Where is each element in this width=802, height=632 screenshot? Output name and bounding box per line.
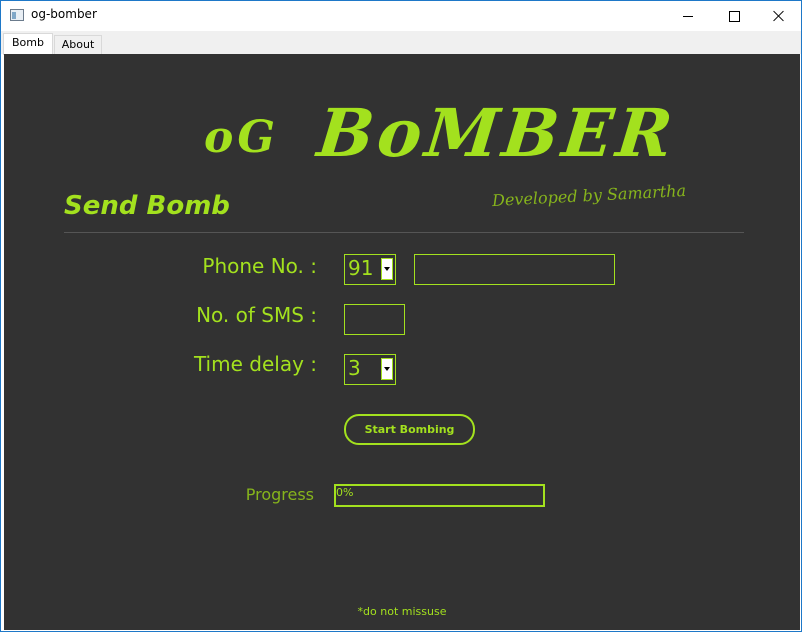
maximize-icon bbox=[728, 10, 740, 22]
app-window: og-bomber Bomb About oG BoMBER Developed… bbox=[0, 0, 802, 632]
tab-bar: Bomb About bbox=[1, 31, 801, 55]
minimize-icon bbox=[683, 15, 693, 17]
time-delay-value: 3 bbox=[348, 356, 361, 380]
close-button[interactable] bbox=[756, 1, 802, 31]
time-delay-label: Time delay : bbox=[193, 352, 317, 376]
window-title: og-bomber bbox=[31, 7, 97, 21]
progress-label: Progress bbox=[245, 485, 314, 504]
progress-bar: 0% bbox=[334, 484, 545, 507]
time-delay-select[interactable]: 3 bbox=[344, 354, 396, 385]
country-code-value: 91 bbox=[348, 256, 374, 280]
progress-text: 0% bbox=[336, 486, 354, 499]
heading-divider bbox=[64, 232, 744, 233]
sms-count-input[interactable] bbox=[344, 304, 405, 335]
minimize-button[interactable] bbox=[665, 1, 711, 31]
start-bombing-button[interactable]: Start Bombing bbox=[344, 414, 475, 445]
phone-label: Phone No. : bbox=[202, 254, 317, 278]
bomb-panel: oG BoMBER Developed by Samartha Send Bom… bbox=[4, 54, 800, 630]
tab-about[interactable]: About bbox=[54, 35, 102, 54]
tab-bomb[interactable]: Bomb bbox=[3, 33, 53, 55]
chevron-down-icon[interactable] bbox=[381, 358, 393, 380]
maximize-button[interactable] bbox=[711, 1, 757, 31]
close-icon bbox=[773, 10, 785, 22]
country-code-select[interactable]: 91 bbox=[344, 254, 396, 285]
section-heading: Send Bomb bbox=[64, 191, 230, 221]
logo-bomber-text: BoMBER bbox=[313, 94, 680, 172]
app-window-icon bbox=[10, 9, 24, 21]
footer-warning: *do not missuse bbox=[357, 605, 447, 618]
logo-og-text: oG bbox=[204, 112, 279, 163]
chevron-down-icon[interactable] bbox=[381, 258, 393, 280]
title-bar[interactable]: og-bomber bbox=[1, 1, 801, 31]
sms-count-label: No. of SMS : bbox=[196, 303, 317, 327]
developer-credit: Developed by Samartha bbox=[491, 180, 687, 211]
phone-number-input[interactable] bbox=[414, 254, 615, 285]
